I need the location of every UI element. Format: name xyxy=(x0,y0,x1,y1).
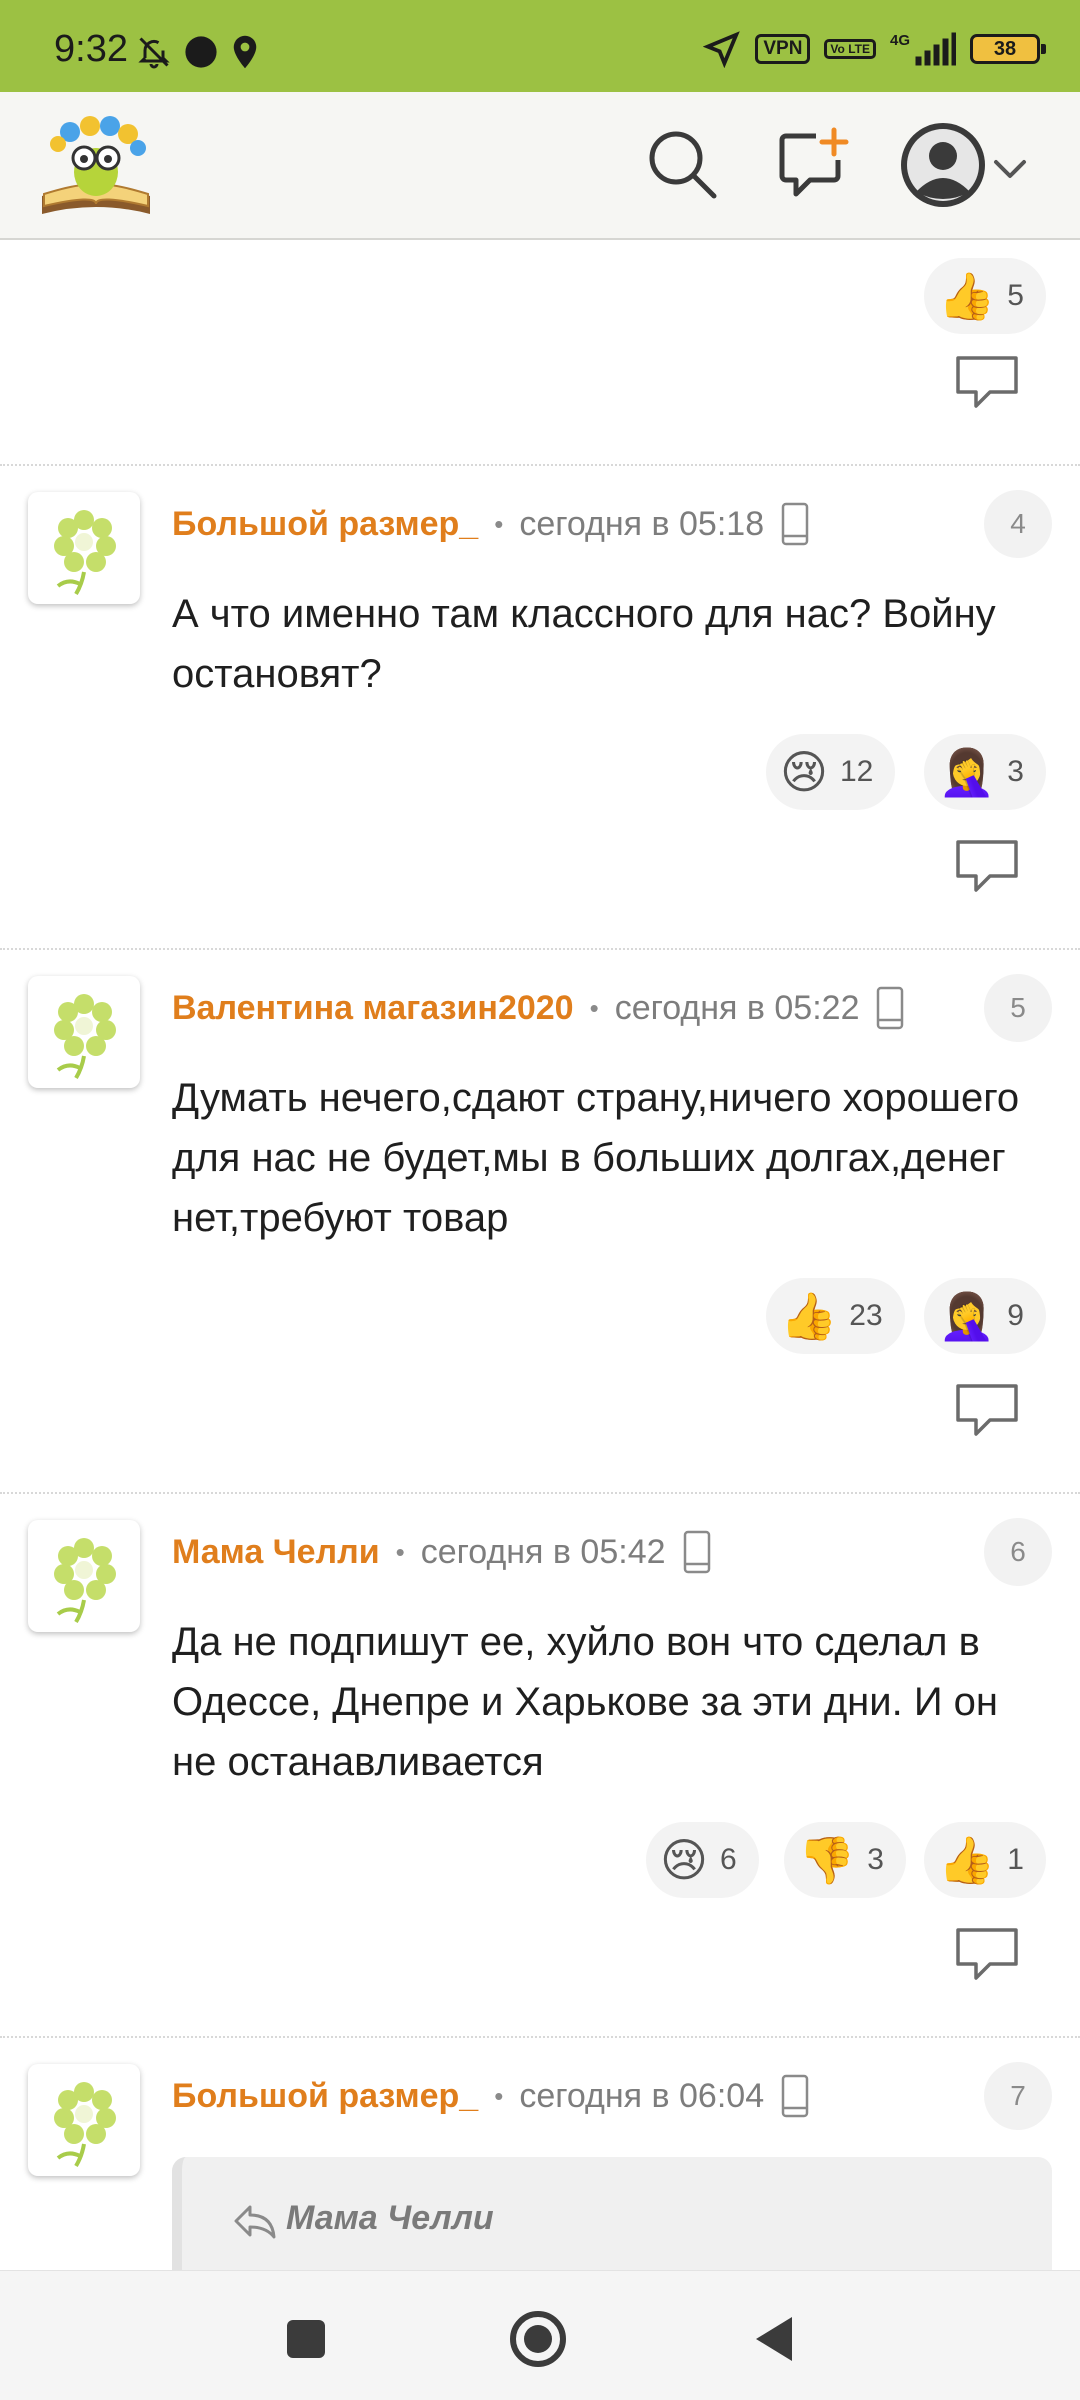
reaction-count: 23 xyxy=(849,1299,883,1332)
app-header xyxy=(0,92,1080,240)
mobile-phone-icon xyxy=(877,986,904,1030)
location-pin-icon xyxy=(233,35,257,69)
mobile-phone-icon xyxy=(683,1530,710,1574)
comment-text: Да не подпишут ее, хуйло вон что сделал … xyxy=(172,1620,999,1784)
reaction-count: 3 xyxy=(1007,755,1024,788)
search-icon[interactable] xyxy=(642,124,722,204)
vpn-badge: VPN xyxy=(755,34,811,64)
circle-home-icon[interactable] xyxy=(508,2309,568,2369)
reaction-emoji: 👍 xyxy=(780,1289,838,1343)
chevron-down-icon[interactable] xyxy=(990,148,1030,188)
bell-off-icon xyxy=(138,37,170,69)
mobile-phone-icon xyxy=(781,2074,809,2118)
reaction-emoji: 👍 xyxy=(938,269,996,323)
reaction-button[interactable]: 😢 6 xyxy=(646,1822,759,1898)
reply-speech-bubble-icon[interactable] xyxy=(954,838,1020,894)
signal-icon xyxy=(915,32,956,66)
reaction-emoji: 👍 xyxy=(938,1833,996,1887)
dot-icon xyxy=(185,36,217,68)
comment-number[interactable]: 5 xyxy=(984,974,1052,1042)
volte-badge: Vo LTE xyxy=(824,39,876,59)
comment-author[interactable]: Большой размер_ xyxy=(172,505,478,544)
battery-indicator: 38 xyxy=(970,34,1046,64)
square-recents-icon[interactable] xyxy=(276,2309,336,2369)
reaction-count: 9 xyxy=(1007,1299,1024,1332)
reply-speech-bubble-icon[interactable] xyxy=(954,354,1020,410)
meta-separator: • xyxy=(395,1536,405,1567)
comment-text: А что именно там классного для нас? Войн… xyxy=(172,592,996,696)
comment-author[interactable]: Валентина магазин2020 xyxy=(172,989,574,1028)
network-type: 4G xyxy=(889,31,910,49)
comment-number[interactable]: 6 xyxy=(984,1518,1052,1586)
reaction-emoji: 😢 xyxy=(660,1833,708,1887)
system-nav-bar xyxy=(0,2270,1080,2400)
comments-feed[interactable]: 👍 5 Большой размер_ • сегодня в 05:18 4 … xyxy=(0,240,1080,2270)
comment-divider xyxy=(0,2036,1080,2038)
comment-time: сегодня в 05:42 xyxy=(420,1532,666,1571)
reaction-emoji: 👎 xyxy=(798,1833,856,1887)
comment-number[interactable]: 4 xyxy=(984,490,1052,558)
bookworm-logo-icon[interactable] xyxy=(34,110,158,222)
comment-author[interactable]: Мама Челли xyxy=(172,1533,380,1572)
reaction-emoji: 😢 xyxy=(780,745,828,799)
reaction-button[interactable]: 👍 1 xyxy=(924,1822,1046,1898)
mobile-phone-icon xyxy=(781,502,809,546)
comment-author[interactable]: Большой размер_ xyxy=(172,2077,478,2116)
profile-avatar-icon[interactable] xyxy=(898,120,988,210)
reaction-count: 3 xyxy=(867,1843,884,1876)
reply-arrow-icon xyxy=(234,2205,276,2239)
reaction-count: 12 xyxy=(839,755,874,788)
comment-divider xyxy=(0,948,1080,950)
status-time: 9:32 xyxy=(54,28,128,70)
comment-divider xyxy=(0,464,1080,466)
meta-separator: • xyxy=(589,992,599,1023)
meta-separator: • xyxy=(494,2080,504,2111)
comment-time: сегодня в 05:18 xyxy=(519,504,765,543)
reaction-emoji: 🤦‍♀️ xyxy=(938,1289,996,1343)
comment-time: сегодня в 06:04 xyxy=(519,2076,765,2115)
comment-text: Думать нечего,сдают страну,ничего хороше… xyxy=(172,1076,1020,1240)
new-post-icon[interactable] xyxy=(772,124,852,204)
comment-time: сегодня в 05:22 xyxy=(614,988,860,1027)
reply-speech-bubble-icon[interactable] xyxy=(954,1926,1020,1982)
reaction-count: 6 xyxy=(719,1843,737,1876)
flower-avatar-icon[interactable] xyxy=(28,976,140,1088)
quote-author: Мама Челли xyxy=(286,2199,494,2237)
reaction-count: 5 xyxy=(1007,279,1024,312)
reaction-emoji: 🤦‍♀️ xyxy=(938,745,996,799)
flower-avatar-icon[interactable] xyxy=(28,1520,140,1632)
reaction-button[interactable]: 🤦‍♀️ 3 xyxy=(924,734,1046,810)
comment-divider xyxy=(0,1492,1080,1494)
triangle-back-icon[interactable] xyxy=(744,2309,804,2369)
reply-speech-bubble-icon[interactable] xyxy=(954,1382,1020,1438)
comment-number[interactable]: 7 xyxy=(984,2062,1052,2130)
flower-avatar-icon[interactable] xyxy=(28,2064,140,2176)
reaction-button[interactable]: 😢 12 xyxy=(766,734,896,810)
status-bar: 9:32 VPN Vo LTE 4G 38 xyxy=(0,0,1080,92)
reaction-button[interactable]: 👍 23 xyxy=(766,1278,905,1354)
quoted-reply[interactable]: Мама Челли xyxy=(172,2157,1052,2287)
navigation-arrow-icon xyxy=(703,31,741,68)
flower-avatar-icon[interactable] xyxy=(28,492,140,604)
meta-separator: • xyxy=(494,508,504,539)
reaction-button[interactable]: 👎 3 xyxy=(784,1822,906,1898)
reaction-button[interactable]: 🤦‍♀️ 9 xyxy=(924,1278,1046,1354)
reaction-button[interactable]: 👍 5 xyxy=(924,258,1046,334)
reaction-count: 1 xyxy=(1007,1843,1024,1876)
